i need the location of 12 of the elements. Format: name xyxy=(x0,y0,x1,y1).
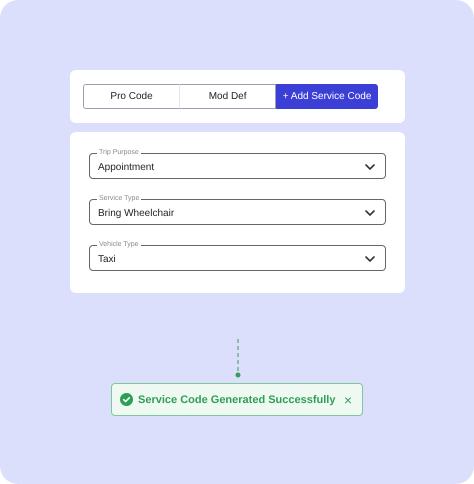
chevron-down-icon xyxy=(365,256,375,262)
check-circle-icon xyxy=(120,393,133,406)
tab[interactable]: Mod Def xyxy=(180,84,276,109)
chevron-down-icon xyxy=(365,210,375,216)
toast-message: Service Code Generated Successfully xyxy=(138,394,336,406)
tab[interactable]: Pro Code xyxy=(83,84,180,109)
field-value: Bring Wheelchair xyxy=(98,207,176,219)
field-value: Appointment xyxy=(98,161,156,173)
field-value: Taxi xyxy=(98,253,117,265)
tab[interactable]: + Add Service Code xyxy=(276,84,378,109)
connector-line xyxy=(234,339,242,379)
chevron-down-icon xyxy=(365,164,375,170)
